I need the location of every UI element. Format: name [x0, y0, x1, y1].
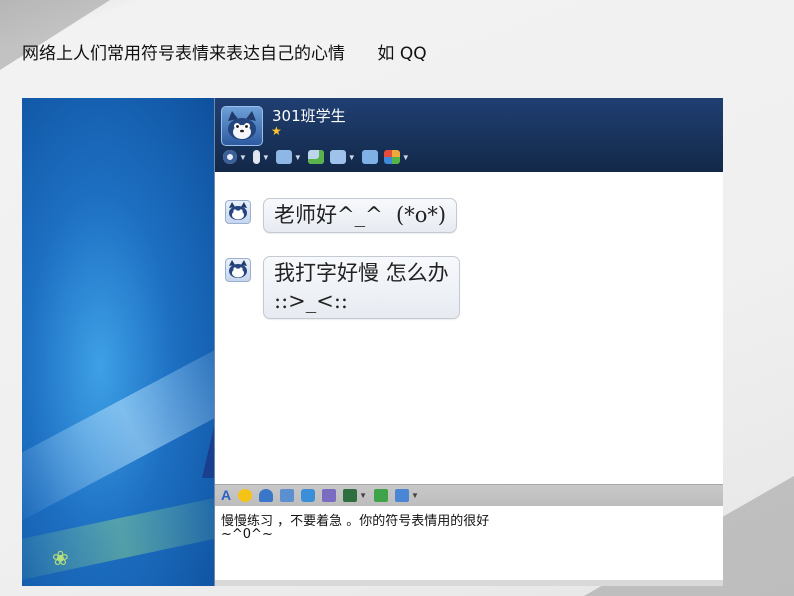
chevron-down-icon[interactable]: ▼: [262, 153, 270, 162]
sender-avatar[interactable]: [225, 258, 251, 282]
handwriting-icon[interactable]: [322, 489, 337, 502]
chat-message: 我打字好慢 怎么办 ::>_<::: [225, 256, 460, 319]
screen-share-icon: [329, 150, 346, 164]
eye-icon: [223, 150, 237, 164]
group-avatar[interactable]: [221, 106, 263, 146]
chevron-down-icon[interactable]: ▼: [411, 491, 419, 500]
slide-title: 网络上人们常用符号表情来表达自己的心情 如 QQ: [22, 44, 427, 64]
microphone-icon: [252, 150, 260, 164]
chat-header: 301班学生 ★ ▼ ▼ ▼ ▼ ▼: [215, 98, 723, 172]
qq-cat-avatar-icon: [228, 111, 256, 140]
app-share-button[interactable]: [361, 150, 378, 164]
music-icon[interactable]: [374, 489, 389, 502]
blackboard-icon[interactable]: [280, 489, 295, 502]
folder-icon: [275, 150, 292, 164]
chat-add-icon: [307, 150, 324, 164]
voice-call-button[interactable]: ▼: [252, 150, 270, 164]
emoji-icon[interactable]: [238, 489, 253, 502]
chevron-down-icon[interactable]: ▼: [239, 153, 247, 162]
group-name[interactable]: 301班学生: [272, 105, 346, 126]
leaf-icon: ❀: [52, 548, 69, 570]
input-text-line: ~^0^~: [221, 527, 273, 542]
monitor-icon: [361, 150, 378, 164]
screenshot-button[interactable]: ▼: [395, 489, 419, 502]
chat-message: 老师好^_^ (*o*): [225, 198, 458, 233]
chevron-down-icon[interactable]: ▼: [294, 153, 302, 162]
qq-cat-avatar-icon: [229, 202, 247, 220]
message-bubble: 老师好^_^ (*o*): [263, 198, 458, 233]
qq-cat-avatar-icon: [229, 260, 247, 278]
star-icon: ★: [271, 124, 282, 138]
apps-button[interactable]: ▼: [383, 150, 410, 164]
remote-assist-button[interactable]: ▼: [329, 150, 356, 164]
screenshot-icon: [395, 489, 410, 502]
image-icon: [343, 489, 358, 502]
create-discussion-button[interactable]: [307, 150, 324, 164]
chat-message-area[interactable]: 老师好^_^ (*o*) 我打字好慢 怎么办 ::>_<::: [215, 172, 723, 484]
chevron-down-icon[interactable]: ▼: [402, 153, 410, 162]
input-bottom-bar: [215, 580, 723, 586]
video-call-button[interactable]: ▼: [223, 150, 247, 164]
bell-shake-icon[interactable]: [259, 489, 274, 502]
qq-group-chat-window: 301班学生 ★ ▼ ▼ ▼ ▼ ▼ 老师好^_^ (*o*) 我打字好慢 怎么…: [214, 98, 723, 586]
message-line: ::>_<::: [274, 289, 348, 313]
message-line: 我打字好慢 怎么办: [274, 261, 449, 285]
send-file-button[interactable]: ▼: [275, 150, 302, 164]
message-input[interactable]: 慢慢练习 ，不要着急 。你的符号表情用的很好 ~^0^~: [215, 506, 723, 586]
desktop-wallpaper: ❀: [22, 98, 216, 586]
chevron-down-icon[interactable]: ▼: [359, 491, 367, 500]
font-icon[interactable]: A: [221, 488, 231, 502]
send-image-button[interactable]: ▼: [343, 489, 367, 502]
chevron-down-icon[interactable]: ▼: [348, 153, 356, 162]
message-bubble: 我打字好慢 怎么办 ::>_<::: [263, 256, 460, 319]
sender-avatar[interactable]: [225, 200, 251, 224]
voice-message-icon[interactable]: [301, 489, 316, 502]
chat-top-toolbar: ▼ ▼ ▼ ▼ ▼: [223, 147, 410, 167]
apps-icon: [383, 150, 400, 164]
input-toolbar: A ▼ ▼: [215, 484, 723, 506]
